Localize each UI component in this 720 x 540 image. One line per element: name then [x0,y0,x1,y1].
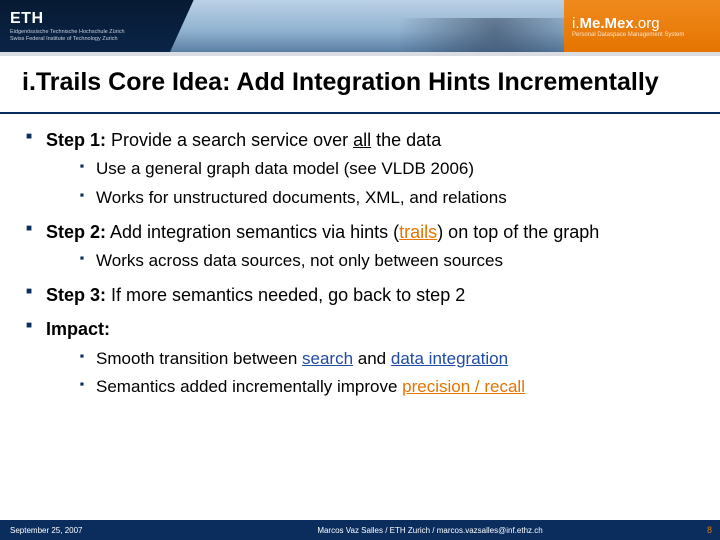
brand-block: i.Me.Mex.org Personal Dataspace Manageme… [564,0,720,52]
slide-title: i.Trails Core Idea: Add Integration Hint… [22,68,698,98]
step-2-text-b: ) on top of the graph [437,222,599,242]
brand-name: i.Me.Mex.org [572,15,660,32]
impact-sublist: Smooth transition between search and dat… [46,348,698,400]
impact-sub-1: Smooth transition between search and dat… [80,348,698,371]
eth-sub1: Eidgenössische Technische Hochschule Zür… [10,29,170,35]
impact-label: Impact: [46,319,110,339]
step-3-text: If more semantics needed, go back to ste… [106,285,465,305]
impact-1-hl-a: search [302,349,353,368]
brand-pre: i. [572,15,580,32]
step-2-highlight: trails [399,222,437,242]
eth-sub2: Swiss Federal Institute of Technology Zu… [10,36,170,42]
footer-date: September 25, 2007 [0,526,170,535]
step-2-label: Step 2: [46,222,106,242]
impact-1-mid: and [353,349,391,368]
step-1-sublist: Use a general graph data model (see VLDB… [46,158,698,210]
impact-sub-2: Semantics added incrementally improve pr… [80,376,698,399]
step-2-sublist: Works across data sources, not only betw… [46,250,698,273]
step-1-text-b: the data [371,130,441,150]
impact-item: Impact: Smooth transition between search… [22,317,698,399]
slide-header: ETH Eidgenössische Technische Hochschule… [0,0,720,52]
brand-mid: Me.Mex [580,15,634,32]
impact-1-hl-b: data integration [391,349,508,368]
impact-1-pre: Smooth transition between [96,349,302,368]
step-2-sub-1: Works across data sources, not only betw… [80,250,698,273]
bullet-list: Step 1: Provide a search service over al… [22,128,698,400]
step-1-item: Step 1: Provide a search service over al… [22,128,698,210]
slide-footer: September 25, 2007 Marcos Vaz Salles / E… [0,520,720,540]
impact-2-pre: Semantics added incrementally improve [96,377,402,396]
footer-center: Marcos Vaz Salles / ETH Zurich / marcos.… [170,526,690,535]
step-1-sub-2: Works for unstructured documents, XML, a… [80,187,698,210]
step-1-label: Step 1: [46,130,106,150]
step-2-item: Step 2: Add integration semantics via hi… [22,220,698,273]
step-1-underline: all [353,130,371,150]
impact-2-hl: precision / recall [402,377,525,396]
footer-page: 8 [690,525,720,535]
eth-logo: ETH [10,10,170,28]
brand-sub: Personal Dataspace Management System [572,32,684,38]
title-rule [0,112,720,114]
step-3-label: Step 3: [46,285,106,305]
brand-suf: .org [634,15,660,32]
step-1-text-a: Provide a search service over [106,130,353,150]
slide-content: i.Trails Core Idea: Add Integration Hint… [0,56,720,399]
step-3-item: Step 3: If more semantics needed, go bac… [22,283,698,307]
header-image [170,0,564,52]
step-2-text-a: Add integration semantics via hints ( [106,222,399,242]
step-1-sub-1: Use a general graph data model (see VLDB… [80,158,698,181]
eth-block: ETH Eidgenössische Technische Hochschule… [0,0,170,52]
